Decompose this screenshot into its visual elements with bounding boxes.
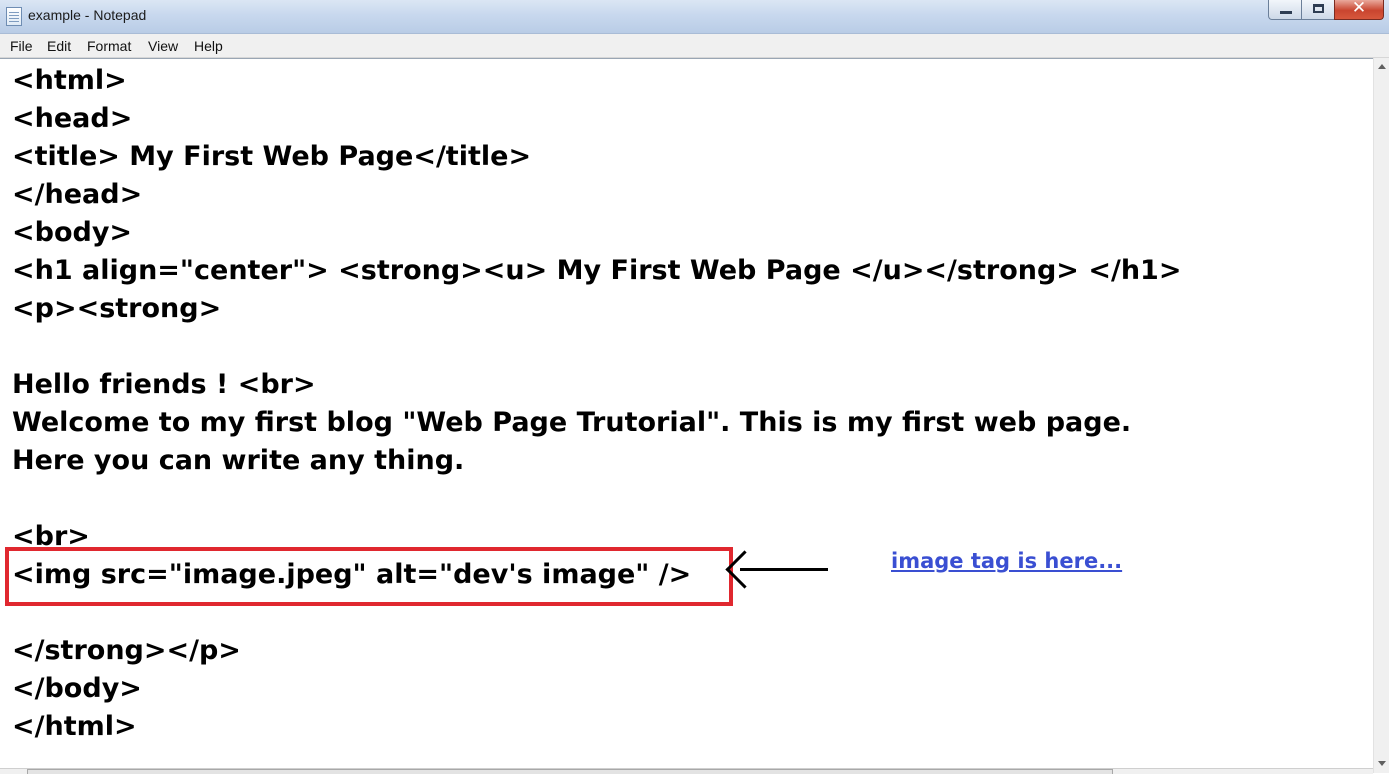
notepad-icon [6, 7, 22, 26]
menu-bar: File Edit Format View Help [0, 34, 1389, 58]
editor-line: Hello friends ! <br> [12, 369, 316, 400]
scroll-up-icon[interactable] [1378, 64, 1386, 69]
vertical-scrollbar[interactable] [1373, 58, 1389, 773]
editor-line: <head> [12, 103, 133, 134]
editor-line: <body> [12, 217, 133, 248]
menu-edit[interactable]: Edit [47, 38, 71, 54]
minimize-icon [1280, 11, 1292, 14]
editor-line: </strong></p> [12, 635, 241, 666]
annotation-label: image tag is here... [891, 549, 1123, 573]
highlight-box [5, 547, 733, 606]
editor-line: </body> [12, 673, 142, 704]
menu-file[interactable]: File [10, 38, 33, 54]
editor-line: <html> [12, 65, 127, 96]
editor-line: Welcome to my first blog "Web Page Truto… [12, 407, 1132, 438]
scroll-down-icon[interactable] [1378, 761, 1386, 766]
horizontal-scrollbar[interactable] [0, 768, 1373, 774]
menu-help[interactable]: Help [194, 38, 223, 54]
window-title: example - Notepad [28, 7, 147, 23]
text-editor-area[interactable]: <html> <head> <title> My First Web Page<… [0, 58, 1373, 769]
editor-line: </head> [12, 179, 143, 210]
maximize-icon [1313, 4, 1324, 13]
editor-line: <title> My First Web Page</title> [12, 141, 532, 172]
menu-view[interactable]: View [148, 38, 178, 54]
editor-line: Here you can write any thing. [12, 445, 465, 476]
editor-line: <p><strong> [12, 293, 222, 324]
close-icon: ✕ [1351, 0, 1367, 18]
editor-line: </html> [12, 711, 137, 742]
title-bar: example - Notepad ✕ [0, 0, 1389, 34]
horizontal-scroll-thumb[interactable] [27, 769, 1113, 774]
maximize-button[interactable] [1301, 0, 1335, 20]
editor-line: <h1 align="center"> <strong><u> My First… [12, 255, 1182, 286]
close-button[interactable]: ✕ [1334, 0, 1384, 20]
menu-format[interactable]: Format [87, 38, 131, 54]
minimize-button[interactable] [1268, 0, 1302, 20]
